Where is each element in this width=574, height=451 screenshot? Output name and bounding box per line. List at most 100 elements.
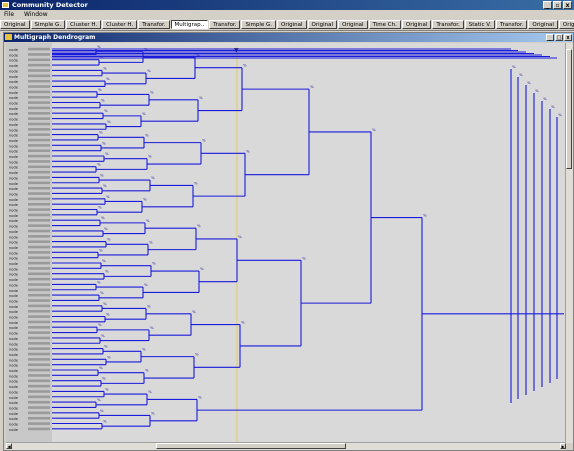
- tab-17[interactable]: Original: [558, 20, 574, 29]
- tab-16[interactable]: Original: [528, 20, 558, 29]
- merge-percent-label: %: [105, 269, 109, 274]
- leaf-label: node: [9, 412, 19, 416]
- merge-percent-label: %: [543, 96, 547, 101]
- child-restore-button[interactable]: □: [555, 34, 563, 41]
- merge-percent-label: %: [101, 98, 105, 103]
- merge-percent-label: %: [535, 88, 539, 93]
- leaf-label: node: [9, 358, 19, 362]
- tab-11[interactable]: Time Ch.: [368, 20, 401, 29]
- leaf-label: node: [9, 257, 19, 261]
- merge-percent-label: %: [98, 205, 102, 210]
- menu-window[interactable]: Window: [24, 11, 48, 18]
- tab-15[interactable]: Transfor.: [496, 20, 528, 29]
- child-minimize-button[interactable]: _: [546, 34, 554, 41]
- leaf-label-box: [28, 176, 50, 179]
- leaf-label-box: [28, 128, 50, 131]
- tab-5[interactable]: Multigrap..: [170, 20, 209, 29]
- leaf-label-box: [28, 192, 50, 195]
- leaf-label: node: [9, 182, 19, 186]
- leaf-label: node: [9, 160, 19, 164]
- merge-percent-label: %: [149, 239, 153, 244]
- tab-13[interactable]: Transfor.: [432, 20, 464, 29]
- dendrogram-canvas[interactable]: ▼ node node node node node node node node node nod…: [6, 43, 566, 443]
- leaf-label-box: [28, 170, 50, 174]
- leaf-label: node: [9, 198, 19, 202]
- merge-percent-label: %: [97, 279, 101, 284]
- leaf-label: node: [9, 48, 19, 52]
- leaf-label: node: [9, 369, 19, 373]
- merge-percent-label: %: [103, 183, 107, 188]
- leaf-label: node: [9, 214, 19, 218]
- leaf-label: node: [9, 299, 19, 303]
- leaf-label-box: [28, 384, 50, 388]
- merge-percent-label: %: [512, 64, 516, 69]
- tab-14[interactable]: Static V.: [464, 20, 496, 29]
- leaf-label-box: [28, 85, 50, 88]
- leaf-label-box: [28, 400, 50, 404]
- merge-percent-label: %: [106, 312, 110, 317]
- merge-percent-label: %: [107, 119, 111, 124]
- tab-6[interactable]: Transfor.: [209, 20, 241, 29]
- merge-percent-label: %: [107, 354, 111, 359]
- tab-4[interactable]: Transfor.: [138, 20, 170, 29]
- vertical-scroll-thumb[interactable]: [566, 49, 572, 169]
- horizontal-scroll-thumb[interactable]: [156, 443, 346, 449]
- merge-percent-label: %: [106, 194, 110, 199]
- merge-percent-label: %: [310, 84, 314, 89]
- merge-percent-label: %: [194, 180, 198, 185]
- tab-9[interactable]: Original: [307, 20, 338, 29]
- child-titlebar: Multigraph Dendrogram _ □ x: [4, 33, 573, 42]
- maximize-button[interactable]: ▫: [553, 1, 562, 9]
- merge-percent-label: %: [150, 89, 154, 94]
- tab-7[interactable]: Simple G.: [241, 20, 276, 29]
- leaf-label-box: [28, 256, 50, 260]
- tab-12[interactable]: Original: [401, 20, 432, 29]
- child-close-button[interactable]: x: [564, 34, 572, 41]
- leaf-label-box: [28, 374, 50, 377]
- merge-percent-label: %: [97, 162, 101, 167]
- tab-8[interactable]: Original: [277, 20, 307, 29]
- leaf-label: node: [9, 219, 19, 223]
- tab-2[interactable]: Cluster H.: [66, 20, 102, 29]
- leaf-label: node: [9, 102, 19, 106]
- merge-percent-label: %: [104, 108, 108, 113]
- leaf-label-box: [28, 422, 50, 425]
- merge-percent-label: %: [199, 95, 203, 100]
- tab-3[interactable]: Cluster H.: [102, 20, 138, 29]
- leaf-label-box: [28, 235, 50, 238]
- horizontal-scrollbar[interactable]: ◀ ▶: [6, 442, 566, 450]
- leaf-label: node: [9, 278, 19, 282]
- merge-percent-label: %: [243, 63, 247, 68]
- tab-10[interactable]: Original: [338, 20, 368, 29]
- child-window-buttons: _ □ x: [546, 34, 572, 41]
- leaf-label: node: [9, 134, 19, 138]
- tab-0[interactable]: Original: [0, 20, 30, 29]
- tab-1[interactable]: Simple G.: [30, 20, 66, 29]
- merge-percent-label: %: [142, 111, 146, 116]
- close-button[interactable]: x: [563, 1, 572, 9]
- leaf-label: node: [9, 150, 19, 154]
- merge-percent-label: %: [152, 261, 156, 266]
- minimize-button[interactable]: _: [543, 1, 552, 9]
- leaf-label: node: [9, 53, 19, 57]
- leaf-label-box: [28, 186, 50, 190]
- leaf-label: node: [9, 423, 19, 427]
- leaf-label-box: [28, 395, 50, 399]
- menu-file[interactable]: File: [4, 11, 14, 18]
- merge-percent-label: %: [101, 215, 105, 220]
- leaf-label: node: [9, 209, 19, 213]
- scroll-right-arrow-icon[interactable]: ▶: [560, 443, 566, 449]
- leaf-label: node: [9, 230, 19, 234]
- scroll-left-arrow-icon[interactable]: ◀: [6, 443, 12, 449]
- leaf-label-box: [28, 112, 50, 115]
- leaf-label: node: [9, 155, 19, 159]
- merge-percent-label: %: [198, 394, 202, 399]
- leaf-label: node: [9, 225, 19, 229]
- leaf-label: node: [9, 75, 19, 79]
- leaf-label: node: [9, 166, 19, 170]
- leaf-label-box: [28, 315, 50, 318]
- merge-percent-label: %: [102, 140, 106, 145]
- vertical-scrollbar[interactable]: [565, 43, 573, 443]
- leaf-label: node: [9, 235, 19, 239]
- merge-percent-label: %: [146, 218, 150, 223]
